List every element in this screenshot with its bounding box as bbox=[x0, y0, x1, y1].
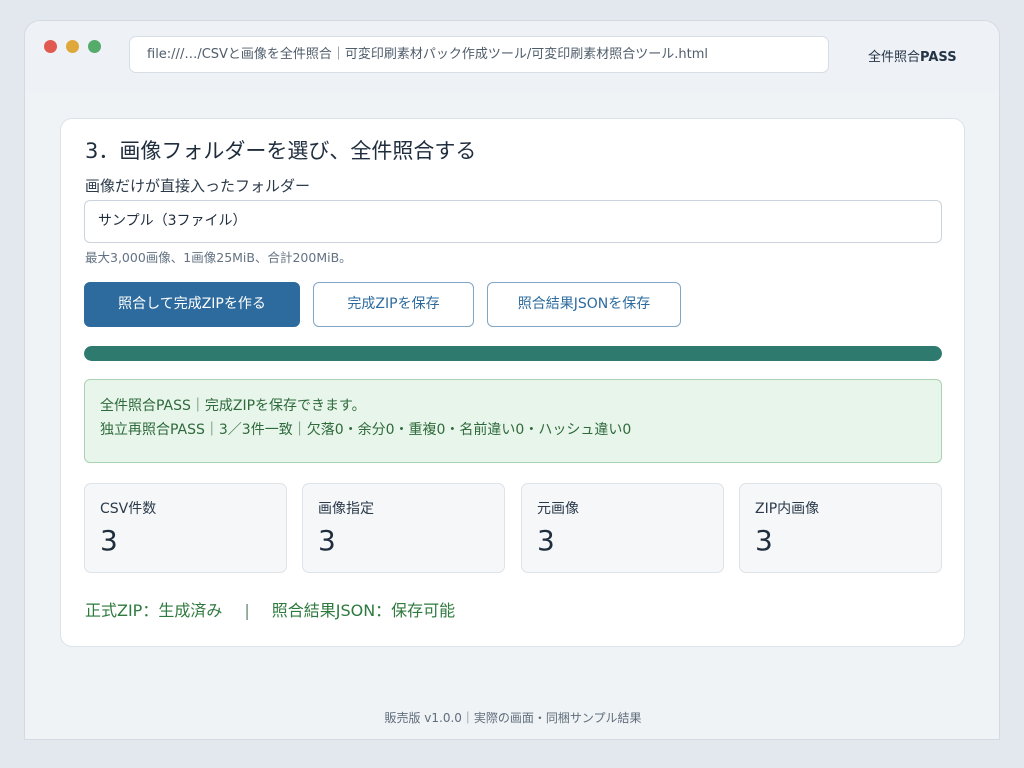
zip-status: 正式ZIP：生成済み bbox=[85, 601, 223, 620]
pass-tag: 全件照合PASS bbox=[868, 46, 957, 65]
stat-value: 3 bbox=[537, 524, 555, 557]
stat-zip-images: ZIP内画像 3 bbox=[739, 483, 942, 573]
browser-window: file:///…/CSVと画像を全件照合｜可変印刷素材パック作成ツール/可変印… bbox=[24, 20, 1000, 740]
close-window-dot[interactable] bbox=[44, 40, 57, 53]
status-detail: 独立再照合PASS｜3／3件一致｜欠落0・余分0・重複0・名前違い0・ハッシュ違… bbox=[100, 422, 632, 438]
folder-select-input[interactable]: サンプル（3ファイル） bbox=[84, 200, 942, 243]
result-status-row: 正式ZIP：生成済み | 照合結果JSON：保存可能 bbox=[85, 597, 455, 621]
verify-panel: 3．画像フォルダーを選び、全件照合する 画像だけが直接入ったフォルダー サンプル… bbox=[60, 118, 965, 647]
folder-field-label: 画像だけが直接入ったフォルダー bbox=[85, 177, 311, 195]
pass-tag-bold: PASS bbox=[920, 50, 957, 65]
stat-source-images: 元画像 3 bbox=[521, 483, 724, 573]
stat-image-specified: 画像指定 3 bbox=[302, 483, 505, 573]
footer-version: 販売版 v1.0.0｜実際の画面・同梱サンプル結果 bbox=[384, 711, 642, 725]
json-status: 照合結果JSON：保存可能 bbox=[271, 601, 456, 620]
stat-csv-count: CSV件数 3 bbox=[84, 483, 287, 573]
stat-value: 3 bbox=[100, 524, 118, 557]
stat-label: ZIP内画像 bbox=[755, 501, 820, 517]
section-heading: 3．画像フォルダーを選び、全件照合する bbox=[85, 139, 477, 163]
status-message-box: 全件照合PASS｜完成ZIPを保存できます。 独立再照合PASS｜3／3件一致｜… bbox=[84, 379, 942, 463]
stat-label: 画像指定 bbox=[318, 501, 374, 517]
progress-fill bbox=[84, 346, 942, 361]
maximize-window-dot[interactable] bbox=[88, 40, 101, 53]
save-result-json-button[interactable]: 照合結果JSONを保存 bbox=[487, 282, 681, 327]
stat-label: 元画像 bbox=[537, 501, 579, 517]
address-bar[interactable]: file:///…/CSVと画像を全件照合｜可変印刷素材パック作成ツール/可変印… bbox=[129, 36, 829, 73]
stat-value: 3 bbox=[755, 524, 773, 557]
limits-hint: 最大3,000画像、1画像25MiB、合計200MiB。 bbox=[85, 250, 352, 265]
stat-value: 3 bbox=[318, 524, 336, 557]
verify-and-build-zip-button[interactable]: 照合して完成ZIPを作る bbox=[84, 282, 300, 327]
status-summary: 全件照合PASS｜完成ZIPを保存できます。 bbox=[100, 398, 366, 414]
result-separator: | bbox=[244, 601, 250, 620]
browser-titlebar: file:///…/CSVと画像を全件照合｜可変印刷素材パック作成ツール/可変印… bbox=[25, 21, 999, 93]
progress-bar bbox=[84, 346, 942, 361]
stat-label: CSV件数 bbox=[100, 501, 157, 517]
save-zip-button[interactable]: 完成ZIPを保存 bbox=[313, 282, 474, 327]
pass-tag-prefix: 全件照合 bbox=[868, 50, 921, 65]
minimize-window-dot[interactable] bbox=[66, 40, 79, 53]
